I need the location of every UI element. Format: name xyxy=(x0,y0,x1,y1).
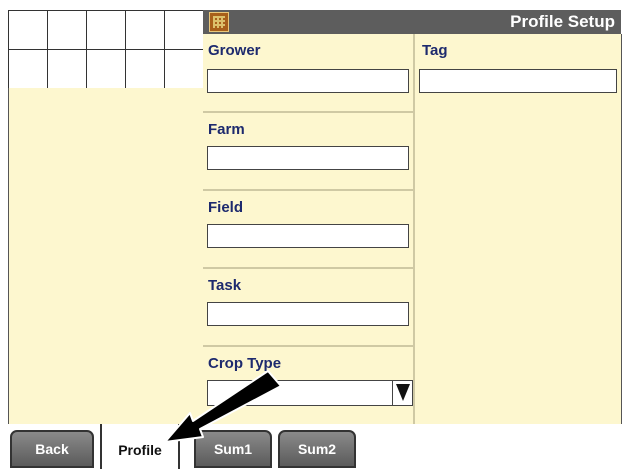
grower-section: Grower xyxy=(203,34,413,111)
title-bar: Profile Setup xyxy=(203,10,621,34)
dropdown-arrow-icon[interactable] xyxy=(392,381,412,405)
tab-profile[interactable]: Profile xyxy=(100,424,180,469)
tab-sum2[interactable]: Sum2 xyxy=(278,430,356,468)
field-map-icon xyxy=(209,12,229,32)
softkey-10[interactable] xyxy=(165,50,204,89)
softkey-4[interactable] xyxy=(126,11,165,50)
softkey-2[interactable] xyxy=(48,11,87,50)
softkey-7[interactable] xyxy=(48,50,87,89)
column-divider xyxy=(413,34,415,424)
softkey-9[interactable] xyxy=(126,50,165,89)
softkey-grid xyxy=(8,10,204,89)
field-label: Field xyxy=(208,199,244,216)
tag-section: Tag xyxy=(417,34,621,111)
tab-back[interactable]: Back xyxy=(10,430,94,468)
softkey-5[interactable] xyxy=(165,11,204,50)
field-input[interactable] xyxy=(207,224,409,248)
crop-type-dropdown[interactable] xyxy=(207,380,413,406)
grower-input[interactable] xyxy=(207,69,409,93)
profile-form: Grower Tag Farm Field Task Crop Type xyxy=(203,34,622,424)
left-panel xyxy=(8,88,204,424)
farm-section: Farm xyxy=(203,113,413,189)
crop-type-label: Crop Type xyxy=(208,355,282,372)
tag-input[interactable] xyxy=(419,69,617,93)
task-section: Task xyxy=(203,269,413,345)
page-title: Profile Setup xyxy=(510,12,615,31)
softkey-8[interactable] xyxy=(87,50,126,89)
tab-bar: Back Profile Sum1 Sum2 xyxy=(8,424,621,469)
crop-type-section: Crop Type xyxy=(203,347,413,424)
softkey-6[interactable] xyxy=(9,50,48,89)
farm-input[interactable] xyxy=(207,146,409,170)
task-label: Task xyxy=(208,277,242,294)
field-section: Field xyxy=(203,191,413,267)
softkey-1[interactable] xyxy=(9,11,48,50)
softkey-3[interactable] xyxy=(87,11,126,50)
grower-label: Grower xyxy=(208,42,261,59)
display-screen: Profile Setup Grower Tag Farm Field Task… xyxy=(0,0,628,469)
farm-label: Farm xyxy=(208,121,245,138)
tab-sum1[interactable]: Sum1 xyxy=(194,430,272,468)
tag-label: Tag xyxy=(422,42,448,59)
task-input[interactable] xyxy=(207,302,409,326)
